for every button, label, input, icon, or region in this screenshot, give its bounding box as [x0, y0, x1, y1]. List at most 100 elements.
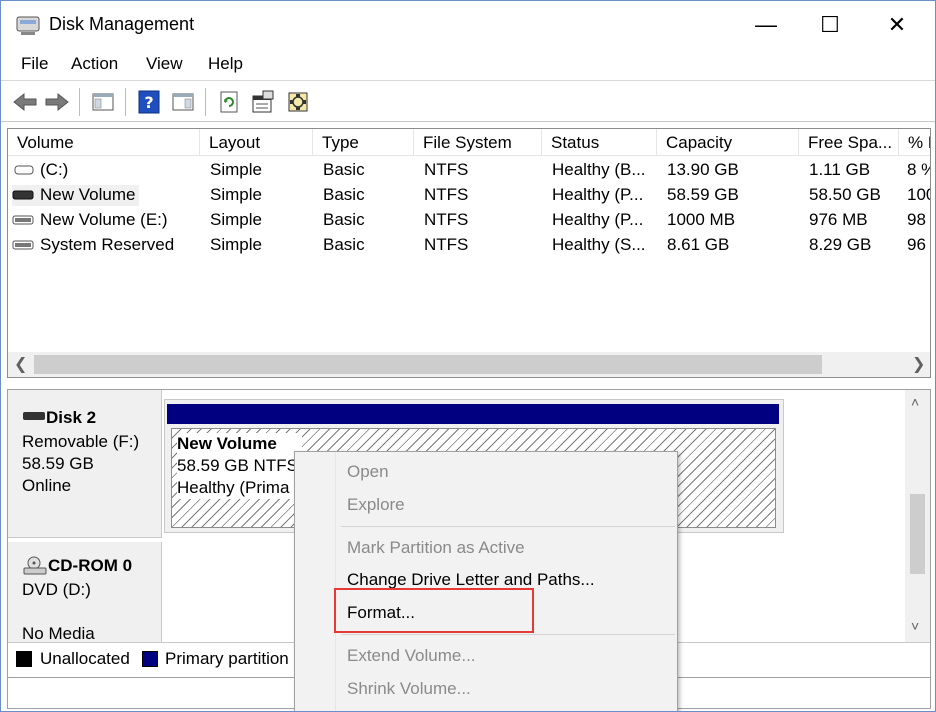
vertical-scroll-thumb[interactable] [910, 494, 925, 574]
volume-row[interactable]: New Volume (E:) Simple Basic NTFS Health… [8, 208, 930, 233]
free-space-cell: 8.29 GB [809, 235, 872, 254]
minimize-button[interactable]: — [743, 9, 789, 41]
horizontal-scroll-thumb[interactable] [34, 355, 822, 374]
volume-name: System Reserved [40, 235, 175, 254]
menu-item-change-drive-letter[interactable]: Change Drive Letter and Paths... [347, 570, 595, 590]
maximize-button[interactable]: ☐ [807, 9, 853, 41]
file-system-cell: NTFS [424, 235, 469, 254]
rescan-disks-icon[interactable] [285, 88, 313, 116]
type-cell: Basic [323, 210, 365, 229]
disk-management-icon [15, 13, 41, 37]
menu-item-mark-partition-active[interactable]: Mark Partition as Active [347, 538, 525, 558]
refresh-icon[interactable] [215, 88, 243, 116]
menu-help[interactable]: Help [206, 54, 245, 74]
menu-action[interactable]: Action [69, 54, 120, 74]
format-highlight-box [334, 588, 534, 633]
file-system-cell: NTFS [424, 160, 469, 179]
menu-item-shrink-volume[interactable]: Shrink Volume... [347, 679, 471, 699]
properties-pane-icon[interactable] [169, 88, 197, 116]
cdrom-0-title: CD-ROM 0 [22, 556, 132, 576]
volume-name: (C:) [40, 160, 69, 179]
status-cell: Healthy (B... [552, 160, 646, 179]
properties-icon[interactable] [249, 88, 277, 116]
cdrom-0-label[interactable]: CD-ROM 0 DVD (D:) No Media [8, 542, 162, 643]
type-cell: Basic [323, 160, 365, 179]
status-cell: Healthy (P... [552, 210, 644, 229]
legend-unallocated: Unallocated [40, 649, 130, 668]
free-space-cell: 58.50 GB [809, 185, 881, 204]
volume-cell: System Reserved [12, 235, 174, 256]
menu-file[interactable]: File [19, 54, 50, 74]
volume-row[interactable]: New Volume Simple Basic NTFS Healthy (P.… [8, 183, 930, 208]
disk-2-state: Online [22, 476, 72, 495]
volume-cell: New Volume [12, 185, 140, 206]
forward-arrow-icon[interactable] [43, 88, 71, 116]
drive-icon [12, 186, 34, 206]
disk-2-type: Removable (F:) [22, 432, 140, 451]
menu-item-extend-volume[interactable]: Extend Volume... [347, 646, 476, 666]
capacity-cell: 13.90 GB [667, 160, 739, 179]
cdrom-0-name: CD-ROM 0 [48, 556, 133, 575]
file-system-cell: NTFS [424, 185, 469, 204]
close-button[interactable]: ✕ [874, 9, 920, 41]
toolbar: ? [1, 82, 935, 122]
column-header-file-system[interactable]: File System [414, 129, 542, 156]
cdrom-0-state: No Media [22, 624, 95, 643]
volume-row[interactable]: (C:) Simple Basic NTFS Healthy (B... 13.… [8, 158, 930, 183]
volume-list-header: Volume Layout Type File System Status Ca… [8, 129, 930, 156]
scroll-left-icon[interactable]: ❮ [14, 354, 27, 374]
menu-item-explore[interactable]: Explore [347, 495, 405, 515]
type-cell: Basic [323, 185, 365, 204]
svg-text:?: ? [144, 93, 153, 112]
unallocated-swatch [16, 651, 32, 667]
status-cell: Healthy (S... [552, 235, 646, 254]
cd-drive-icon [22, 556, 48, 575]
menu-item-open[interactable]: Open [347, 462, 389, 482]
disk-2-name: Disk 2 [46, 408, 97, 427]
drive-icon [12, 211, 34, 231]
column-header-layout[interactable]: Layout [200, 129, 313, 156]
title-bar: Disk Management — ☐ ✕ [1, 1, 935, 49]
column-header-status[interactable]: Status [542, 129, 657, 156]
horizontal-scrollbar[interactable]: ❮ ❯ [8, 352, 930, 377]
help-icon[interactable]: ? [135, 88, 163, 116]
free-space-cell: 976 MB [809, 210, 868, 229]
column-header-volume[interactable]: Volume [8, 129, 200, 156]
drive-icon [12, 236, 34, 256]
capacity-cell: 58.59 GB [667, 185, 739, 204]
disk-management-window: Disk Management — ☐ ✕ File Action View H… [0, 0, 936, 712]
volume-row[interactable]: System Reserved Simple Basic NTFS Health… [8, 233, 930, 258]
toolbar-separator [125, 88, 126, 116]
window-title: Disk Management [49, 14, 195, 34]
primary-partition-bar [167, 404, 779, 424]
primary-partition-swatch [142, 651, 158, 667]
disk-2-size: 58.59 GB [22, 454, 94, 473]
column-header-capacity[interactable]: Capacity [657, 129, 799, 156]
scroll-down-icon[interactable]: ˅ [911, 618, 919, 634]
menu-bar: File Action View Help [1, 49, 935, 81]
volume-name: New Volume [40, 185, 136, 204]
volume-name: New Volume (E:) [40, 210, 168, 229]
partition-info: New Volume 58.59 GB NTFS Healthy (Prima [177, 433, 302, 499]
column-header-percent-free[interactable]: % F [899, 129, 930, 156]
context-menu-separator [341, 526, 675, 527]
layout-cell: Simple [210, 210, 262, 229]
partition-size-fs: 58.59 GB NTFS [177, 456, 298, 475]
scroll-up-icon[interactable]: ˄ [911, 394, 919, 410]
percent-free-cell: 98 [907, 210, 926, 229]
column-header-free-space[interactable]: Free Spa... [799, 129, 899, 156]
show-hide-console-tree-icon[interactable] [89, 88, 117, 116]
disk-2-label[interactable]: Disk 2 Removable (F:) 58.59 GB Online [8, 390, 162, 538]
menu-view[interactable]: View [144, 54, 185, 74]
legend-primary-partition: Primary partition [165, 649, 289, 668]
removable-disk-icon [22, 408, 46, 427]
percent-free-cell: 8 % [907, 160, 930, 179]
column-header-type[interactable]: Type [313, 129, 414, 156]
capacity-cell: 8.61 GB [667, 235, 730, 254]
disk-2-title: Disk 2 [22, 408, 96, 428]
scroll-right-icon[interactable]: ❯ [912, 354, 925, 374]
vertical-scrollbar[interactable]: ˄ ˅ [905, 390, 930, 642]
percent-free-cell: 100 [907, 185, 930, 204]
toolbar-separator [79, 88, 80, 116]
back-arrow-icon[interactable] [11, 88, 39, 116]
